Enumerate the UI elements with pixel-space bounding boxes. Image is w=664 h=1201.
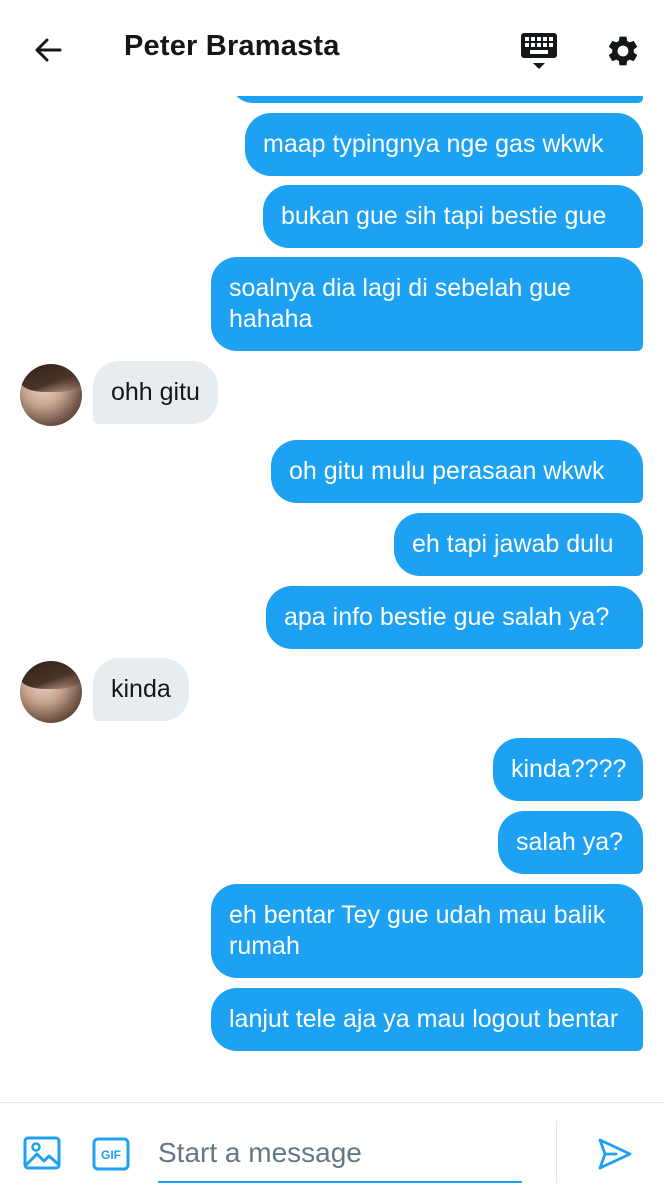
message-bubble-outgoing: eh tapi jawab dulu	[394, 513, 643, 576]
add-image-button[interactable]	[22, 1133, 62, 1173]
gear-icon	[608, 36, 638, 66]
message-bubble-outgoing: bukan gue sih tapi bestie gue	[263, 185, 643, 248]
conversation-title: Peter Bramasta	[124, 30, 340, 62]
message-bubble-outgoing: oh gitu mulu perasaan wkwk	[271, 440, 643, 503]
gif-icon: GIF	[92, 1137, 130, 1171]
settings-button[interactable]	[600, 28, 646, 74]
keyboard-toggle-button[interactable]	[516, 28, 562, 74]
contact-avatar[interactable]	[20, 364, 82, 426]
back-button[interactable]	[26, 28, 70, 72]
gif-label: GIF	[101, 1148, 121, 1162]
message-bubble-outgoing: lanjut tele aja ya mau logout bentar	[211, 988, 643, 1051]
message-bubble-incoming: kinda	[93, 658, 189, 721]
message-bubble-outgoing: soalnya dia lagi di sebelah gue hahaha	[211, 257, 643, 351]
contact-avatar[interactable]	[20, 661, 82, 723]
arrow-left-icon	[35, 38, 62, 62]
message-list[interactable]: maap typingnya nge gas wkwk bukan gue si…	[0, 0, 664, 1100]
message-bubble-outgoing: salah ya?	[498, 811, 643, 874]
conversation-header: Peter Bramasta	[0, 0, 664, 96]
send-icon	[598, 1138, 632, 1170]
message-bubble-outgoing: apa info bestie gue salah ya?	[266, 586, 643, 649]
keyboard-icon	[521, 33, 557, 69]
image-icon	[23, 1136, 61, 1170]
message-input[interactable]	[158, 1125, 522, 1183]
send-button[interactable]	[596, 1135, 634, 1173]
message-bubble-outgoing: maap typingnya nge gas wkwk	[245, 113, 643, 176]
message-composer: GIF	[0, 1102, 664, 1201]
add-gif-button[interactable]: GIF	[92, 1137, 130, 1171]
composer-divider	[556, 1121, 557, 1183]
message-bubble-outgoing: kinda????	[493, 738, 643, 801]
message-bubble-incoming: ohh gitu	[93, 361, 218, 424]
message-bubble-outgoing: eh bentar Tey gue udah mau balik rumah	[211, 884, 643, 978]
